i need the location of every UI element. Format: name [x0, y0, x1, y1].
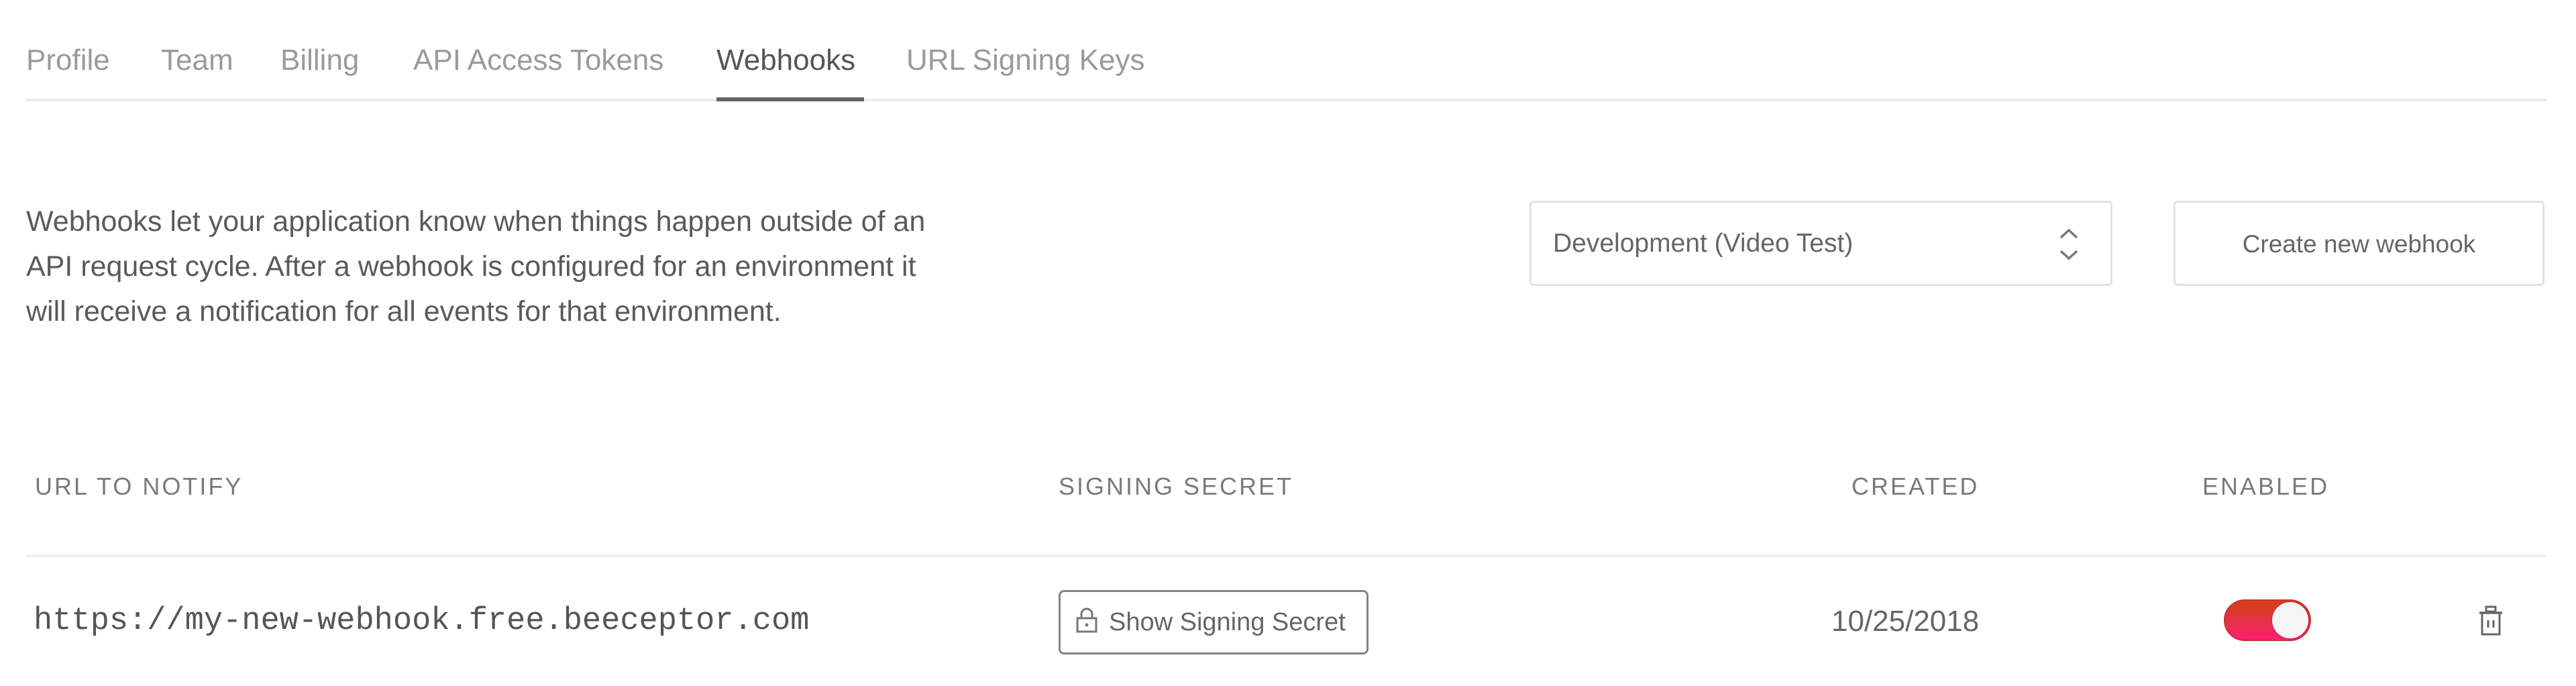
- column-header-enabled: ENABLED: [2202, 473, 2330, 500]
- lock-icon: [1076, 607, 1097, 633]
- trash-icon[interactable]: [2477, 605, 2504, 636]
- created-date: 10/25/2018: [1831, 605, 1980, 638]
- column-header-created: CREATED: [1851, 473, 1980, 500]
- enabled-toggle[interactable]: [2224, 599, 2311, 641]
- webhooks-description: Webhooks let your application know when …: [26, 199, 1059, 334]
- tab-url-signing-keys[interactable]: URL Signing Keys: [906, 40, 1144, 81]
- description-line: will receive a notification for all even…: [26, 295, 782, 328]
- up-down-chevron-icon: [2059, 228, 2078, 260]
- tab-webhooks[interactable]: Webhooks: [716, 40, 855, 81]
- show-signing-secret-button[interactable]: Show Signing Secret: [1059, 590, 1368, 654]
- tabs-divider: [26, 99, 2546, 101]
- table-header-divider: [26, 554, 2546, 557]
- description-line: Webhooks let your application know when …: [26, 205, 926, 238]
- tab-profile[interactable]: Profile: [26, 40, 110, 81]
- create-webhook-button[interactable]: Create new webhook: [2174, 201, 2544, 286]
- settings-tabs: Profile Team Billing API Access Tokens W…: [26, 34, 2546, 101]
- environment-select[interactable]: Development (Video Test): [1529, 201, 2112, 286]
- toggle-knob: [2272, 602, 2308, 638]
- tab-team[interactable]: Team: [161, 40, 233, 81]
- show-signing-secret-label: Show Signing Secret: [1109, 607, 1346, 636]
- environment-select-value: Development (Video Test): [1553, 229, 1854, 258]
- tab-api-access-tokens[interactable]: API Access Tokens: [413, 40, 663, 81]
- column-header-signing-secret: SIGNING SECRET: [1059, 473, 1294, 500]
- webhook-url: https://my-new-webhook.free.beeceptor.co…: [34, 603, 810, 639]
- description-line: API request cycle. After a webhook is co…: [26, 250, 916, 283]
- active-tab-indicator: [716, 97, 864, 101]
- tab-billing[interactable]: Billing: [280, 40, 359, 81]
- column-header-url: URL TO NOTIFY: [35, 473, 244, 500]
